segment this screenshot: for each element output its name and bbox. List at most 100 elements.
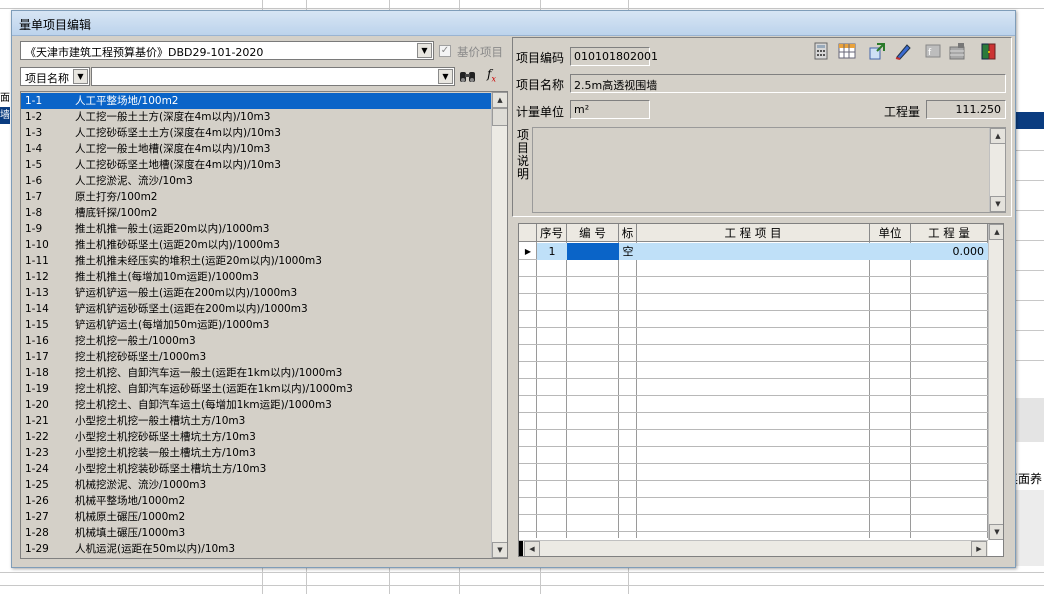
list-item-name: 机械填土碾压/1000m3 [75,527,186,539]
list-item[interactable]: 1-1 人工平整场地/100m2 [21,93,493,109]
scroll-up-button[interactable]: ▲ [989,224,1003,240]
cell-unit[interactable] [870,243,911,260]
table-icon[interactable] [838,42,856,60]
list-item-code: 1-20 [25,399,49,411]
scroll-down-button[interactable]: ▼ [492,542,507,558]
field-select[interactable]: 项目名称 ▼ [20,67,90,86]
list-item-code: 1-9 [25,223,43,235]
list-item[interactable]: 1-13 铲运机铲运一般土(运距在200m以内)/1000m3 [21,285,493,301]
list-item[interactable]: 1-29 人机运泥(运距在50m以内)/10m3 [21,541,493,557]
list-item-name: 挖土机挖、自卸汽车运砂砾坚土(运距在1km以内)/1000m3 [75,383,353,395]
cell-qty[interactable]: 0.000 [911,243,988,260]
list-item[interactable]: 1-26 机械平整场地/1000m2 [21,493,493,509]
cell-seq[interactable]: 1 [537,243,567,260]
chevron-down-icon[interactable]: ▼ [73,69,88,84]
list-item-name: 机械平整场地/1000m2 [75,495,186,507]
list-item[interactable]: 1-5 人工挖砂砾坚土地槽(深度在4m以内)/10m3 [21,157,493,173]
calculator-icon[interactable] [812,42,830,60]
chevron-down-icon[interactable]: ▼ [438,69,453,84]
list-item[interactable]: 1-3 人工挖砂砾坚土土方(深度在4m以内)/10m3 [21,125,493,141]
list-item[interactable]: 1-4 人工挖一般土地槽(深度在4m以内)/10m3 [21,141,493,157]
base-price-checkbox[interactable]: ✓ [439,45,451,57]
left-panel: 《天津市建筑工程预算基价》DBD29-101-2020 ▼ ✓ 基价项目 项目名… [16,37,510,563]
list-item[interactable]: 1-18 挖土机挖、自卸汽车运一般土(运距在1km以内)/1000m3 [21,365,493,381]
col-header-flag[interactable]: 标 [619,224,637,242]
quota-item-list[interactable]: 1-1 人工平整场地/100m2 1-2 人工挖一般土土方(深度在4m以内)/10m3… [20,91,508,559]
list-item[interactable]: 1-16 挖土机挖一般土/1000m3 [21,333,493,349]
dialog-titlebar[interactable]: 量单项目编辑 [12,11,1015,36]
list-item[interactable]: 1-28 机械填土碾压/1000m3 [21,525,493,541]
col-header-seq[interactable]: 序号 [537,224,567,242]
list-item[interactable]: 1-2 人工挖一般土土方(深度在4m以内)/10m3 [21,109,493,125]
grid-horizontal-scrollbar[interactable]: ◀ ▶ [519,540,988,556]
list-item-name: 人工挖淤泥、流沙/10m3 [75,175,193,187]
list-item[interactable]: 1-11 推土机推未经压实的堆积土(运距20m以内)/1000m3 [21,253,493,269]
list-item[interactable]: 1-21 小型挖土机挖一般土槽坑土方/10m3 [21,413,493,429]
name-value: 2.5m高透视围墙 [574,79,658,92]
list-item[interactable]: 1-8 槽底钎探/100m2 [21,205,493,221]
list-item[interactable]: 1-12 推土机推土(每增加10m运距)/1000m3 [21,269,493,285]
cell-code[interactable] [567,243,619,260]
list-item[interactable]: 1-14 铲运机铲运砂砾坚土(运距在200m以内)/1000m3 [21,301,493,317]
list-item[interactable]: 1-7 原土打夯/100m2 [21,189,493,205]
col-header-unit[interactable]: 单位 [870,224,911,242]
fx-icon[interactable]: fx [487,67,496,83]
bg-label: 面 [0,90,10,107]
list-item[interactable]: 1-19 挖土机挖、自卸汽车运砂砾坚土(运距在1km以内)/1000m3 [21,381,493,397]
list-item-name: 人工挖一般土地槽(深度在4m以内)/10m3 [75,143,271,155]
binoculars-icon[interactable] [459,68,477,84]
formula-icon[interactable]: f [924,42,942,60]
list-vertical-scrollbar[interactable]: ▲ ▼ [491,92,507,558]
work-items-grid[interactable]: 序号 编 号 标 工 程 项 目 单位 工 程 量 ▶ 1 空 0.000 ▲ ▼ ◀… [518,223,1004,557]
scroll-right-button[interactable]: ▶ [971,541,987,556]
qty-field[interactable]: 111.250 [926,100,1006,119]
list-item[interactable]: 1-17 挖土机挖砂砾坚土/1000m3 [21,349,493,365]
col-header-code[interactable]: 编 号 [567,224,619,242]
list-item-name: 机械原土碾压/1000m2 [75,511,186,523]
library-select[interactable]: 《天津市建筑工程预算基价》DBD29-101-2020 ▼ [20,41,434,60]
list-item[interactable]: 1-9 推土机推一般土(运距20m以内)/1000m3 [21,221,493,237]
list-item-code: 1-18 [25,367,49,379]
import-icon[interactable] [868,42,886,60]
list-item[interactable]: 1-25 机械挖淤泥、流沙/1000m3 [21,477,493,493]
list-item-code: 1-25 [25,479,49,491]
desc-textarea[interactable]: ▲ ▼ [532,127,1006,213]
list-item[interactable]: 1-23 小型挖土机挖装一般土槽坑土方/10m3 [21,445,493,461]
list-item-code: 1-10 [25,239,49,251]
grid-tool-icon[interactable] [948,42,966,60]
list-item-name: 人工挖一般土土方(深度在4m以内)/10m3 [75,111,271,123]
exit-icon[interactable] [980,42,998,60]
scroll-down-button[interactable]: ▼ [990,196,1006,212]
grid-vertical-scrollbar[interactable]: ▲ ▼ [988,224,1003,540]
name-field[interactable]: 2.5m高透视围墙 [570,74,1006,93]
cell-flag[interactable]: 空 [619,243,637,260]
list-item-code: 1-3 [25,127,43,139]
list-item[interactable]: 1-22 小型挖土机挖砂砾坚土槽坑土方/10m3 [21,429,493,445]
bg-label-selected: 墙 [0,107,10,124]
scroll-thumb[interactable] [492,108,507,126]
chevron-down-icon[interactable]: ▼ [417,43,432,58]
list-item[interactable]: 1-27 机械原土碾压/1000m2 [21,509,493,525]
code-field[interactable]: 010101802001 [570,47,658,66]
base-price-label: 基价项目 [457,45,503,59]
search-input[interactable]: ▼ [91,67,455,86]
list-item-code: 1-7 [25,191,43,203]
col-header-item[interactable]: 工 程 项 目 [637,224,870,242]
scroll-left-button[interactable]: ◀ [524,541,540,556]
desc-scrollbar[interactable]: ▲ ▼ [989,128,1006,212]
list-item[interactable]: 1-6 人工挖淤泥、流沙/10m3 [21,173,493,189]
list-item-name: 挖土机挖、自卸汽车运一般土(运距在1km以内)/1000m3 [75,367,343,379]
col-header-qty[interactable]: 工 程 量 [911,224,988,242]
list-item[interactable]: 1-24 小型挖土机挖装砂砾坚土槽坑土方/10m3 [21,461,493,477]
scroll-up-button[interactable]: ▲ [990,128,1006,144]
unit-field[interactable]: m² [570,100,650,119]
scroll-down-button[interactable]: ▼ [989,524,1003,540]
grid-row[interactable]: ▶ 1 空 0.000 [519,243,988,260]
scroll-up-button[interactable]: ▲ [492,92,507,108]
list-item[interactable]: 1-15 铲运机铲运土(每增加50m运距)/1000m3 [21,317,493,333]
list-item[interactable]: 1-10 推土机推砂砾坚土(运距20m以内)/1000m3 [21,237,493,253]
list-item-code: 1-8 [25,207,43,219]
list-item[interactable]: 1-20 挖土机挖土、自卸汽车运土(每增加1km运距)/1000m3 [21,397,493,413]
cell-item[interactable] [637,243,870,260]
edit-icon[interactable] [894,42,912,60]
